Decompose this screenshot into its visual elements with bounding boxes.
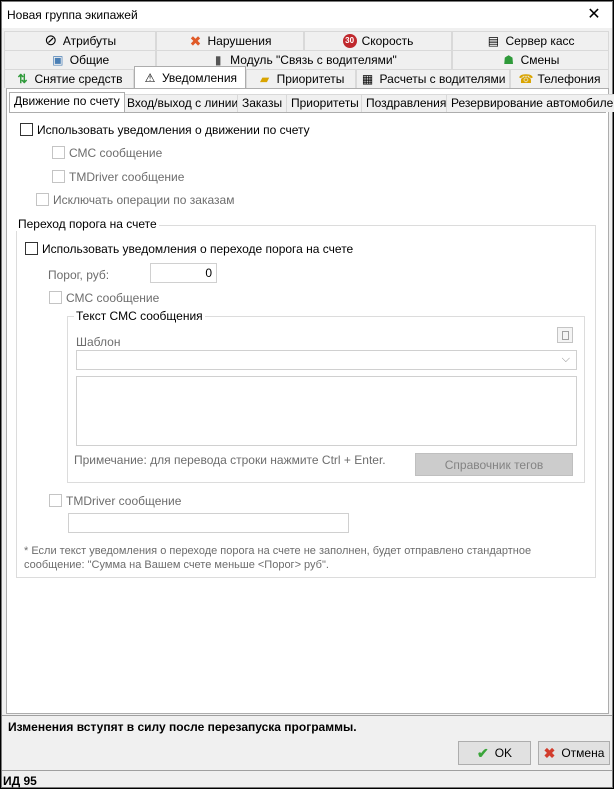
tab-label: Приоритеты xyxy=(276,72,345,86)
phone-icon: ☎ xyxy=(518,72,534,86)
warning-icon: ⚠ xyxy=(144,70,156,85)
tab-attributes[interactable]: ⊘ Атрибуты xyxy=(4,31,156,50)
ok-button[interactable]: ✔ OK xyxy=(458,741,531,765)
cancel-label: Отмена xyxy=(561,746,605,760)
threshold-label: Порог, руб: xyxy=(48,268,110,282)
subtab-account-movement[interactable]: Движение по счету xyxy=(9,92,125,112)
red-x-icon: ✖ xyxy=(189,33,202,49)
tmdriver-message-2-checkbox[interactable] xyxy=(49,494,62,507)
general-icon: ▣ xyxy=(52,53,64,67)
tab-label: Телефония xyxy=(537,72,601,86)
sms-text-area[interactable] xyxy=(76,376,577,446)
threshold-value: 0 xyxy=(205,266,212,280)
tmdriver-message-2-label: TMDriver сообщение xyxy=(66,494,182,508)
priority-icon: ▰ xyxy=(259,72,270,86)
notifications-panel: Движение по счету Вход/выход с линии Зак… xyxy=(6,88,614,714)
close-button[interactable]: ✕ xyxy=(584,6,604,24)
status-divider xyxy=(2,715,612,716)
tmdriver-message-input[interactable] xyxy=(68,513,349,533)
footnote-line-1: * Если текст уведомления о переходе поро… xyxy=(24,545,532,557)
footnote-line-2: сообщение: "Сумма на Вашем счете меньше … xyxy=(24,559,329,571)
module-icon: ▮ xyxy=(214,53,222,67)
use-threshold-notifications-checkbox[interactable] xyxy=(25,242,38,255)
cancel-button[interactable]: ✖ Отмена xyxy=(538,741,610,765)
tab-violations[interactable]: ✖ Нарушения xyxy=(156,31,304,50)
tab-priorities[interactable]: ▰ Приоритеты xyxy=(246,69,356,88)
subtab-car-reservation[interactable]: Резервирование автомобилей xyxy=(446,94,614,112)
subtab-greetings[interactable]: Поздравления xyxy=(361,94,452,112)
subtab-strip: Движение по счету Вход/выход с линии Зак… xyxy=(9,92,614,112)
document-icon xyxy=(562,331,569,340)
tab-label: Смены xyxy=(520,53,560,67)
tab-row-1: ⊘ Атрибуты ✖ Нарушения 30 Скорость ▤ Сер… xyxy=(2,31,612,50)
template-dropdown[interactable]: ⌵ xyxy=(76,350,577,370)
tmdriver-message-checkbox[interactable] xyxy=(52,170,65,183)
subtab-priorities[interactable]: Приоритеты xyxy=(286,94,364,112)
checkmark-icon: ✔ xyxy=(476,744,489,761)
tab-label: Снятие средств xyxy=(34,72,123,86)
exclude-order-operations-label: Исключать операции по заказам xyxy=(53,193,235,207)
tab-cash-server[interactable]: ▤ Сервер касс xyxy=(452,31,609,50)
tab-label: Общие xyxy=(69,53,110,67)
threshold-input[interactable]: 0 xyxy=(150,263,217,283)
tab-notifications[interactable]: ⚠ Уведомления xyxy=(134,66,246,88)
line-break-note: Примечание: для перевода строки нажмите … xyxy=(74,453,386,467)
title-bar: Новая группа экипажей ✕ xyxy=(2,2,612,28)
tab-label: Нарушения xyxy=(207,34,272,48)
tab-label: Расчеты с водителями xyxy=(379,72,506,86)
tab-label: Сервер касс xyxy=(505,34,575,48)
tab-label: Атрибуты xyxy=(62,34,117,48)
template-label: Шаблон xyxy=(76,335,121,349)
subtab-orders[interactable]: Заказы xyxy=(237,94,288,112)
sms-message-2-label: СМС сообщение xyxy=(66,291,160,305)
speed-30-icon: 30 xyxy=(342,34,357,48)
template-icon[interactable] xyxy=(557,327,573,343)
tab-label: Модуль "Связь с водителями" xyxy=(230,53,397,67)
cancel-x-icon: ✖ xyxy=(543,744,556,761)
restart-notice: Изменения вступят в силу после перезапус… xyxy=(8,720,357,734)
sms-message-label: СМС сообщение xyxy=(69,146,163,160)
use-account-notifications-checkbox[interactable] xyxy=(20,123,33,136)
tab-withdrawal[interactable]: ⇅ Снятие средств xyxy=(4,69,134,88)
tab-telephony[interactable]: ☎ Телефония xyxy=(510,69,609,88)
sms-text-group-title: Текст СМС сообщения xyxy=(74,309,205,323)
tab-speed[interactable]: 30 Скорость xyxy=(304,31,452,50)
dialog-window: Новая группа экипажей ✕ ⊘ Атрибуты ✖ Нар… xyxy=(1,1,614,788)
money-withdraw-icon: ⇅ xyxy=(17,72,28,86)
sms-message-2-checkbox[interactable] xyxy=(49,291,62,304)
tab-row-3: ⇅ Снятие средств ⚠ Уведомления ▰ Приорит… xyxy=(2,66,612,88)
use-account-notifications-label: Использовать уведомления о движении по с… xyxy=(37,123,310,137)
footer-divider xyxy=(2,770,612,771)
ok-label: OK xyxy=(494,746,513,760)
account-movement-content: Использовать уведомления о движении по с… xyxy=(9,112,606,711)
exclude-order-operations-checkbox[interactable] xyxy=(36,193,49,206)
tab-shifts[interactable]: ☗ Смены xyxy=(452,50,609,69)
use-threshold-notifications-label: Использовать уведомления о переходе поро… xyxy=(42,242,354,256)
calculator-icon: ▦ xyxy=(361,72,374,86)
tab-label: Скорость xyxy=(361,34,414,48)
tags-reference-button[interactable]: Справочник тегов xyxy=(415,453,573,476)
cash-server-icon: ▤ xyxy=(487,34,500,48)
tmdriver-message-label: TMDriver сообщение xyxy=(69,170,185,184)
record-id: ИД 95 xyxy=(3,774,37,788)
no-sign-icon: ⊘ xyxy=(44,32,58,49)
tab-driver-settlements[interactable]: ▦ Расчеты с водителями xyxy=(356,69,510,88)
threshold-group-title: Переход порога на счете xyxy=(16,217,159,231)
window-title: Новая группа экипажей xyxy=(7,8,138,22)
sms-message-checkbox[interactable] xyxy=(52,146,65,159)
subtab-line-entry-exit[interactable]: Вход/выход с линии xyxy=(122,94,244,112)
tab-label: Уведомления xyxy=(161,70,238,85)
tab-row-2: ▣ Общие ▮ Модуль "Связь с водителями" ☗ … xyxy=(2,50,612,69)
chevron-down-icon: ⌵ xyxy=(561,353,570,365)
people-icon: ☗ xyxy=(503,53,514,67)
